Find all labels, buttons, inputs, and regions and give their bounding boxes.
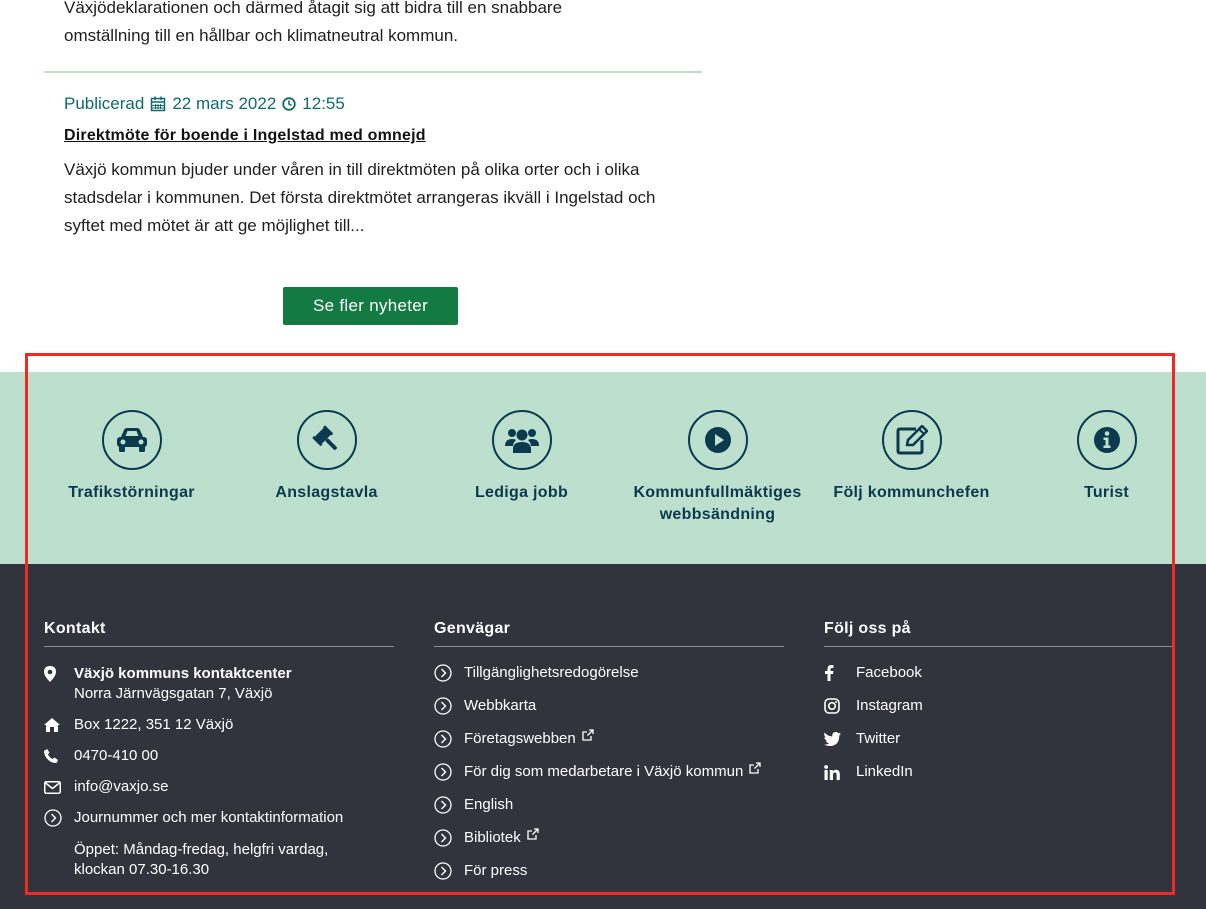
phone-link[interactable]: 0470-410 00 [74, 746, 158, 766]
twitter-link[interactable]: Twitter [856, 729, 900, 749]
follow-heading: Följ oss på [824, 620, 1174, 647]
car-icon [116, 428, 147, 452]
quick-link-label: Turist [1083, 484, 1130, 501]
news-headline-link[interactable]: Direktmöte för boende i Ingelstad med om… [64, 127, 426, 145]
shortcut-link[interactable]: Tillgänglighetsredogörelse [464, 663, 639, 683]
quick-link-notice-board[interactable]: Anslagstavla [229, 410, 424, 504]
shortcut-item: Webbkarta [434, 696, 784, 729]
play-icon [704, 427, 731, 453]
home-icon [44, 718, 60, 732]
quick-link-label: Anslagstavla [275, 484, 378, 501]
chevron-circle-right-icon [44, 809, 62, 827]
site-footer: Kontakt Växjö kommuns kontaktcenter Norr… [0, 564, 1206, 909]
external-link-icon [749, 762, 761, 774]
quick-link-tourist[interactable]: Turist [1009, 410, 1204, 504]
shortcut-item: Bibliotek [434, 828, 784, 861]
footer-follow-column: Följ oss på Facebook Instagram Twitter L… [824, 620, 1174, 795]
calendar-icon [151, 96, 166, 112]
envelope-icon [44, 780, 61, 794]
news-divider [44, 71, 702, 73]
contact-box-address: Box 1222, 351 12 Växjö [44, 715, 394, 735]
map-marker-icon [44, 666, 56, 682]
quick-link-label: Kommunfullmäktiges webbsändning [633, 484, 802, 523]
contact-street: Norra Järnvägsgatan 7, Växjö [74, 685, 273, 702]
opening-hours: Öppet: Måndag-fredag, helgfri vardag, kl… [74, 841, 329, 878]
social-item-linkedin: LinkedIn [824, 762, 1174, 795]
footer-shortcuts-column: Genvägar Tillgänglighetsredogörelse Webbk… [434, 620, 784, 894]
shortcut-link[interactable]: Webbkarta [464, 696, 536, 716]
instagram-icon [824, 698, 840, 714]
clock-icon [282, 97, 296, 111]
contact-email: info@vaxjo.se [44, 777, 394, 797]
contact-heading: Kontakt [44, 620, 394, 647]
more-contact-link[interactable]: Journummer och mer kontaktinformation [74, 808, 343, 828]
quick-link-jobs[interactable]: Lediga jobb [424, 410, 619, 504]
gavel-icon [312, 425, 337, 450]
external-link-icon [582, 729, 594, 741]
news-section: Växjödeklarationen och därmed åtagit sig… [0, 0, 1206, 372]
contact-center-name: Växjö kommuns kontaktcenter [74, 665, 292, 682]
chevron-circle-right-icon [434, 862, 452, 880]
chevron-circle-right-icon [434, 763, 452, 781]
shortcut-item: För dig som medarbetare i Växjö kommun [434, 762, 784, 795]
quick-link-traffic[interactable]: Trafikstörningar [34, 410, 229, 504]
contact-address: Växjö kommuns kontaktcenter Norra Järnvä… [44, 664, 394, 704]
email-link[interactable]: info@vaxjo.se [74, 777, 168, 797]
edit-icon [896, 425, 928, 455]
news-body: Växjö kommun bjuder under våren in till … [64, 160, 656, 235]
shortcut-item: English [434, 795, 784, 828]
quick-link-label: Trafikstörningar [68, 484, 195, 501]
info-icon [1093, 427, 1120, 453]
quick-links-band: Trafikstörningar Anslagstavla Lediga job… [0, 372, 1206, 564]
social-item-facebook: Facebook [824, 663, 1174, 696]
more-news-button[interactable]: Se fler nyheter [283, 287, 458, 325]
social-item-instagram: Instagram [824, 696, 1174, 729]
published-date: 22 mars 2022 [172, 94, 277, 113]
contact-more: Journummer och mer kontaktinformation [44, 808, 394, 828]
linkedin-link[interactable]: LinkedIn [856, 762, 913, 782]
quick-link-follow-ceo[interactable]: Följ kommunchefen [814, 410, 1009, 504]
chevron-circle-right-icon [434, 829, 452, 847]
quick-link-label: Följ kommunchefen [833, 484, 990, 501]
linkedin-icon [824, 764, 840, 780]
facebook-link[interactable]: Facebook [856, 663, 922, 683]
quick-link-label: Lediga jobb [474, 484, 569, 501]
users-icon [504, 429, 539, 453]
chevron-circle-right-icon [434, 796, 452, 814]
quick-link-council-broadcast[interactable]: Kommunfullmäktiges webbsändning [620, 410, 815, 526]
external-link-icon [527, 828, 539, 840]
social-item-twitter: Twitter [824, 729, 1174, 762]
shortcut-link[interactable]: English [464, 795, 513, 815]
published-time: 12:55 [302, 94, 345, 113]
chevron-circle-right-icon [434, 664, 452, 682]
shortcut-item: För press [434, 861, 784, 894]
chevron-circle-right-icon [434, 697, 452, 715]
shortcut-link[interactable]: För press [464, 861, 527, 881]
previous-news-excerpt: Växjödeklarationen och därmed åtagit sig… [64, 0, 563, 45]
contact-phone: 0470-410 00 [44, 746, 394, 766]
shortcut-link[interactable]: Bibliotek [464, 828, 521, 848]
published-meta: Publicerad 22 mars 2022 12:55 [64, 94, 345, 114]
footer-contact-column: Kontakt Växjö kommuns kontaktcenter Norr… [44, 620, 394, 880]
shortcut-link[interactable]: För dig som medarbetare i Växjö kommun [464, 762, 743, 782]
published-label: Publicerad [64, 94, 145, 113]
twitter-icon [824, 732, 841, 746]
instagram-link[interactable]: Instagram [856, 696, 923, 716]
shortcuts-heading: Genvägar [434, 620, 784, 647]
facebook-icon [825, 665, 834, 681]
chevron-circle-right-icon [434, 730, 452, 748]
shortcut-item: Företagswebben [434, 729, 784, 762]
shortcut-item: Tillgänglighetsredogörelse [434, 663, 784, 696]
shortcut-link[interactable]: Företagswebben [464, 729, 576, 749]
phone-icon [44, 749, 58, 763]
